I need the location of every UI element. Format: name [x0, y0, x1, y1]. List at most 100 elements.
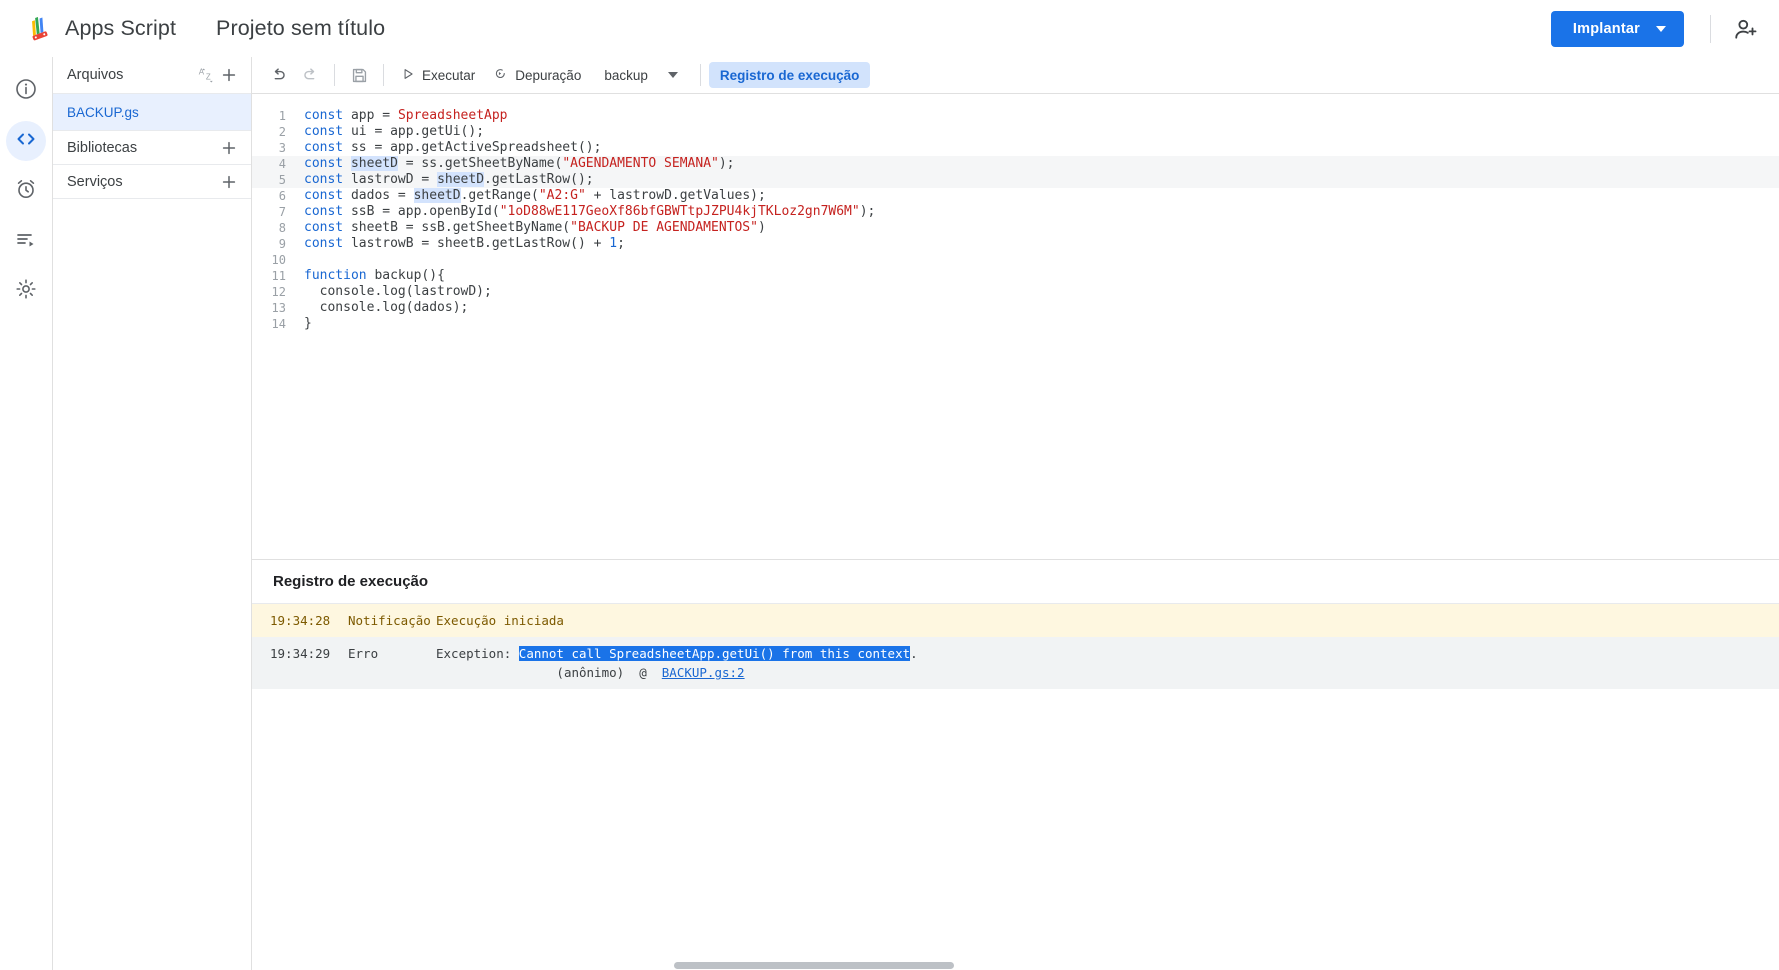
divider [1710, 14, 1711, 43]
code-line[interactable]: 12 console.log(lastrowD); [252, 284, 1779, 300]
chevron-down-icon[interactable] [667, 72, 678, 78]
divider [383, 64, 384, 86]
sidebar-section-services[interactable]: Serviços [53, 165, 251, 199]
log-stack-link[interactable]: BACKUP.gs:2 [662, 665, 745, 680]
code-line[interactable]: 6 const dados = sheetD.getRange("A2:G" + … [252, 188, 1779, 204]
code-line[interactable]: 13 console.log(dados); [252, 300, 1779, 316]
line-number: 14 [271, 317, 286, 331]
code-token: SpreadsheetApp [397, 108, 508, 123]
code-line-text: } [304, 316, 1779, 332]
sidebar-item-triggers[interactable] [6, 171, 46, 211]
add-file-button[interactable] [218, 64, 240, 86]
debug-button[interactable]: Depuração [484, 61, 590, 89]
code-token: const [304, 156, 344, 171]
code-token: ui = app.getUi(); [343, 124, 485, 139]
code-line-text: const ui = app.getUi(); [304, 124, 1779, 140]
editor-area: Executar Depuração backup Registro de ex… [252, 57, 1779, 970]
code-line-text: const lastrowD = sheetD.getLastRow(); [304, 172, 1779, 188]
page-title[interactable]: Projeto sem título [216, 16, 385, 41]
tab-execution-log[interactable]: Registro de execução [708, 62, 871, 88]
code-line-text: const sheetB = ssB.getSheetByName("BACKU… [304, 220, 1779, 236]
code-token: lastrowD = [343, 172, 438, 187]
horizontal-scrollbar[interactable] [504, 959, 1779, 970]
files-panel-title: Arquivos [67, 67, 124, 83]
code-token: console.log(dados); [304, 300, 469, 315]
code-line[interactable]: 1 const app = SpreadsheetApp [252, 108, 1779, 124]
code-line[interactable]: 5 const lastrowD = sheetD.getLastRow(); [252, 172, 1779, 188]
log-exception-suffix: . [910, 646, 918, 661]
line-number: 1 [278, 109, 286, 123]
code-token: dados = [343, 188, 414, 203]
code-token: "1oD88wE117GeoXf86bfGBWTtpJZPU4kjTKLoz2g… [499, 204, 860, 219]
divider [699, 64, 701, 86]
code-line-text: console.log(lastrowD); [304, 284, 1779, 300]
deploy-button[interactable]: Implantar [1550, 10, 1684, 47]
code-token: app = [343, 108, 398, 123]
code-token: sheetD [350, 156, 398, 171]
code-line-text: const dados = sheetD.getRange("A2:G" + l… [304, 188, 1779, 204]
code-token: sheetB = ssB.getSheetByName( [343, 220, 571, 235]
code-token: .getRange( [460, 188, 539, 203]
add-person-icon[interactable] [1733, 16, 1759, 42]
file-item-backup-gs[interactable]: BACKUP.gs [53, 94, 251, 131]
code-line[interactable]: 4 const sheetD = ss.getSheetByName("AGEND… [252, 156, 1779, 172]
code-line[interactable]: 2 const ui = app.getUi(); [252, 124, 1779, 140]
line-number: 7 [278, 205, 286, 219]
sidebar-item-executions[interactable] [6, 221, 46, 261]
code-line[interactable]: 14} [252, 316, 1779, 332]
code-content[interactable]: 1 const app = SpreadsheetApp 2 const ui = a… [252, 94, 1779, 332]
execution-log-panel: Registro de execução 19:34:28 Notificaçã… [252, 560, 1779, 970]
line-number: 10 [271, 253, 286, 267]
log-row-error: 19:34:29 Erro Exception: Cannot call Spr… [252, 637, 1779, 689]
code-line[interactable]: 11 function backup(){ [252, 268, 1779, 284]
code-icon [14, 127, 38, 156]
run-button[interactable]: Executar [392, 61, 484, 89]
code-token: lastrowB = sheetB.getLastRow() + [343, 236, 610, 251]
add-library-button[interactable] [218, 137, 240, 159]
code-line[interactable]: 10 [252, 252, 1779, 268]
code-token: console.log(lastrowD); [304, 284, 492, 299]
log-timestamp: 19:34:28 [270, 613, 331, 628]
code-token: "AGENDAMENTO SEMANA" [562, 156, 719, 171]
save-icon[interactable] [343, 60, 375, 90]
editor-toolbar: Executar Depuração backup Registro de ex… [252, 57, 1779, 94]
code-editor[interactable]: 1 const app = SpreadsheetApp 2 const ui = a… [252, 94, 1779, 560]
redo-icon[interactable] [294, 60, 326, 90]
log-exception-selected-text[interactable]: Cannot call SpreadsheetApp.getUi() from … [518, 646, 911, 661]
gear-icon [14, 277, 38, 306]
add-service-button[interactable] [218, 171, 240, 193]
code-line-text: const app = SpreadsheetApp [304, 108, 1779, 124]
debug-icon [493, 66, 508, 84]
code-token: ss = app.getActiveSpreadsheet(); [343, 140, 602, 155]
code-line[interactable]: 9 const lastrowB = sheetB.getLastRow() + … [252, 236, 1779, 252]
undo-icon[interactable] [262, 60, 294, 90]
line-number: 2 [278, 125, 286, 139]
sidebar-item-settings[interactable] [6, 271, 46, 311]
run-button-label: Executar [422, 67, 476, 83]
code-line[interactable]: 8 const sheetB = ssB.getSheetByName("BACK… [252, 220, 1779, 236]
brand[interactable]: Apps Script [0, 14, 176, 44]
debug-button-label: Depuração [515, 67, 582, 83]
code-token: "BACKUP DE AGENDAMENTOS" [570, 220, 758, 235]
sidebar-item-editor[interactable] [6, 121, 46, 161]
log-severity: Erro [348, 646, 379, 661]
sidebar-section-libraries[interactable]: Bibliotecas [53, 131, 251, 165]
divider [334, 64, 335, 86]
scrollbar-thumb[interactable] [674, 962, 954, 969]
log-message: Execução iniciada [436, 613, 564, 628]
code-line-text: console.log(dados); [304, 300, 1779, 316]
line-number: 11 [271, 269, 286, 283]
code-line[interactable]: 3 const ss = app.getActiveSpreadsheet(); [252, 140, 1779, 156]
code-token: 1 [609, 236, 618, 251]
log-timestamp: 19:34:29 [270, 646, 331, 661]
code-line[interactable]: 7 const ssB = app.openById("1oD88wE117Geo… [252, 204, 1779, 220]
sidebar-item-overview[interactable] [6, 71, 46, 111]
code-token: ); [718, 156, 735, 171]
code-line-text: const ssB = app.openById("1oD88wE117GeoX… [304, 204, 1779, 220]
files-panel: Arquivos A Z BACKUP.gs Bibliotecas Servi… [53, 57, 252, 970]
top-bar: Apps Script Projeto sem título Implantar [0, 0, 1779, 57]
code-token: ) [757, 220, 766, 235]
code-token: const [304, 124, 344, 139]
function-selector-value[interactable]: backup [590, 68, 658, 83]
sort-az-icon[interactable]: A Z [196, 64, 218, 86]
